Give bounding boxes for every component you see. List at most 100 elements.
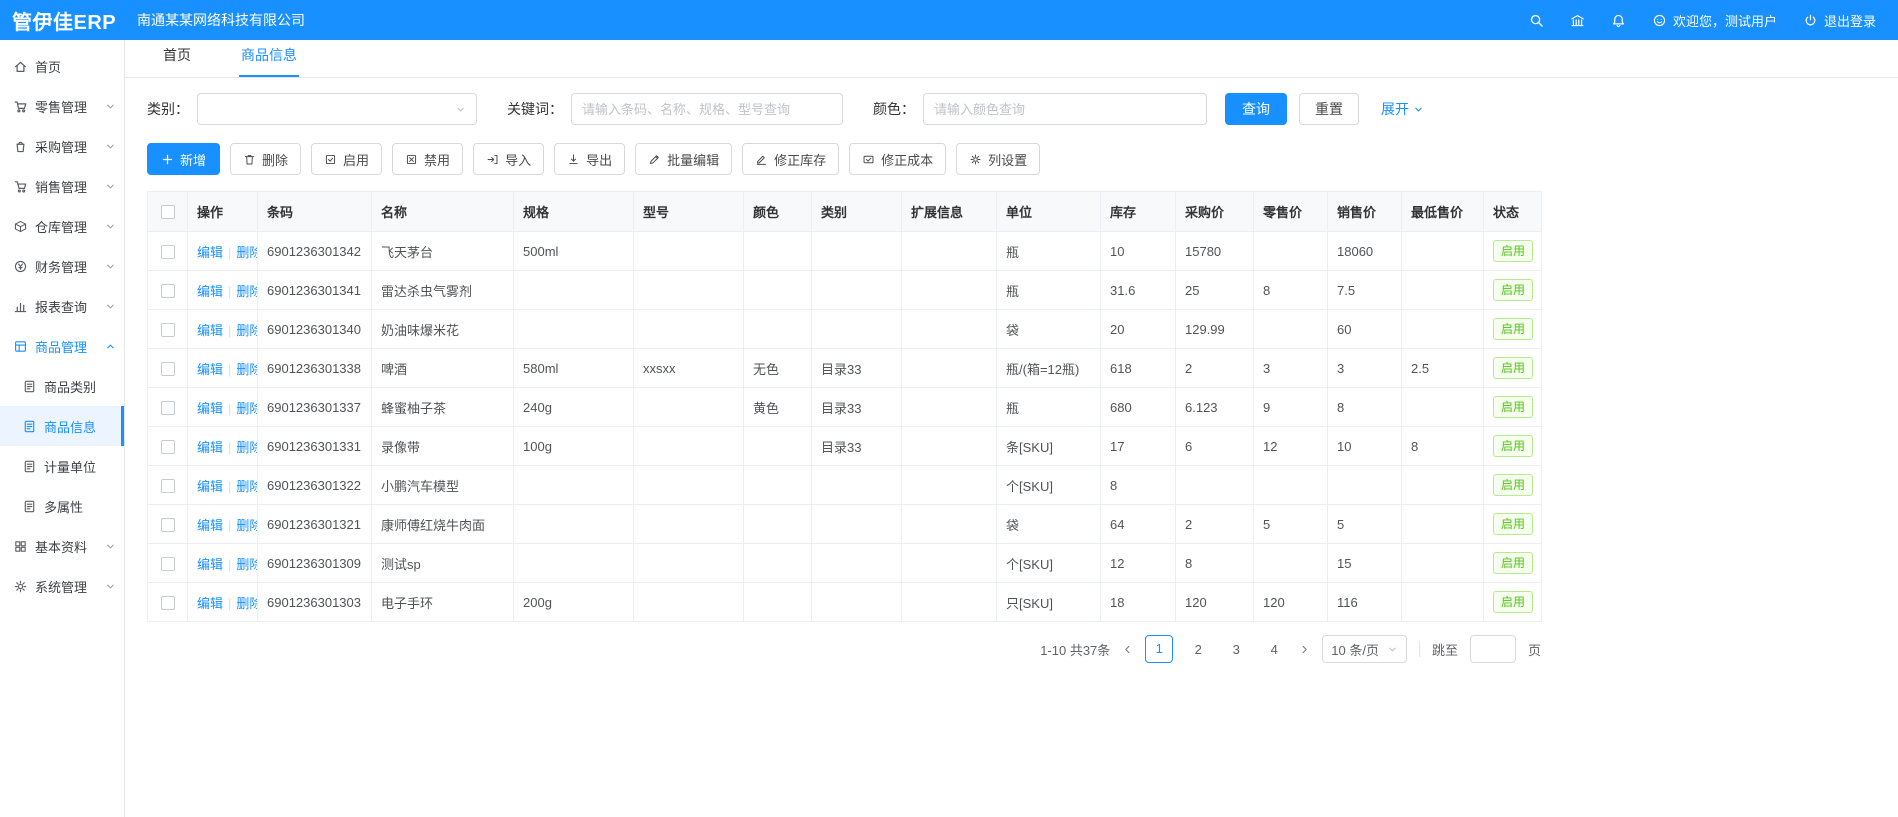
welcome-user[interactable]: 欢迎您，测试用户	[1652, 11, 1777, 30]
delete-link[interactable]: 删除	[236, 362, 257, 377]
row-checkbox[interactable]	[161, 518, 175, 532]
add-button[interactable]: 新增	[147, 143, 220, 175]
cell-stock: 8	[1101, 466, 1176, 505]
page-number-4[interactable]: 4	[1261, 642, 1287, 657]
reset-button[interactable]: 重置	[1299, 93, 1359, 125]
select-all-checkbox[interactable]	[161, 205, 175, 219]
import-button[interactable]: 导入	[473, 143, 544, 175]
delete-link[interactable]: 删除	[236, 479, 257, 494]
delete-button[interactable]: 删除	[230, 143, 301, 175]
edit-link[interactable]: 编辑	[197, 284, 223, 299]
page-number-3[interactable]: 3	[1223, 642, 1249, 657]
row-checkbox[interactable]	[161, 323, 175, 337]
sidebar-item-goods[interactable]: 商品管理	[0, 326, 124, 366]
cost-fix-button[interactable]: 修正成本	[849, 143, 946, 175]
stock-fix-button[interactable]: 修正库存	[742, 143, 839, 175]
delete-link[interactable]: 删除	[236, 284, 257, 299]
cell-purchase-price: 120	[1176, 583, 1254, 622]
batch-edit-button[interactable]: 批量编辑	[635, 143, 732, 175]
sidebar-item-finance[interactable]: 财务管理	[0, 246, 124, 286]
sidebar-item-system[interactable]: 系统管理	[0, 566, 124, 606]
page-number-2[interactable]: 2	[1185, 642, 1211, 657]
status-badge: 启用	[1493, 279, 1533, 301]
cell-unit: 瓶	[997, 271, 1101, 310]
sidebar-item-home[interactable]: 首页	[0, 46, 124, 86]
export-button[interactable]: 导出	[554, 143, 625, 175]
enable-button[interactable]: 启用	[311, 143, 382, 175]
sidebar-item-measure-unit[interactable]: 计量单位	[0, 446, 124, 486]
select-all-cell	[148, 192, 188, 232]
cell-sale-price	[1328, 466, 1402, 505]
cell-color	[744, 427, 812, 466]
sidebar-item-goods-info[interactable]: 商品信息	[0, 406, 124, 446]
prev-page-button[interactable]	[1122, 644, 1133, 655]
delete-link[interactable]: 删除	[236, 323, 257, 338]
row-checkbox[interactable]	[161, 401, 175, 415]
edit-link[interactable]: 编辑	[197, 245, 223, 260]
pagination-divider	[1419, 641, 1420, 657]
next-page-button[interactable]	[1299, 644, 1310, 655]
page-size-select[interactable]: 10 条/页	[1322, 635, 1407, 663]
sidebar-item-warehouse[interactable]: 仓库管理	[0, 206, 124, 246]
tab-bar: 首页 商品信息	[125, 40, 1898, 78]
edit-link[interactable]: 编辑	[197, 557, 223, 572]
cell-status: 启用	[1484, 349, 1542, 388]
bell-icon[interactable]	[1611, 13, 1626, 28]
search-icon[interactable]	[1529, 13, 1544, 28]
column-header: 型号	[634, 192, 744, 232]
sidebar-item-goods-category[interactable]: 商品类别	[0, 366, 124, 406]
delete-link[interactable]: 删除	[236, 440, 257, 455]
row-checkbox[interactable]	[161, 596, 175, 610]
cell-stock: 618	[1101, 349, 1176, 388]
cell-barcode: 6901236301338	[258, 349, 372, 388]
delete-link[interactable]: 删除	[236, 401, 257, 416]
bank-icon[interactable]	[1570, 13, 1585, 28]
search-button[interactable]: 查询	[1225, 93, 1287, 125]
cell-sale-price: 7.5	[1328, 271, 1402, 310]
sidebar-item-purchase[interactable]: 采购管理	[0, 126, 124, 166]
edit-link[interactable]: 编辑	[197, 479, 223, 494]
tab-home[interactable]: 首页	[161, 45, 193, 77]
logout-button[interactable]: 退出登录	[1803, 11, 1876, 30]
edit-link[interactable]: 编辑	[197, 323, 223, 338]
chevron-left-icon	[1122, 644, 1133, 655]
column-settings-button[interactable]: 列设置	[956, 143, 1040, 175]
link-separator: |	[228, 362, 231, 377]
row-checkbox[interactable]	[161, 479, 175, 493]
edit-link[interactable]: 编辑	[197, 401, 223, 416]
row-checkbox[interactable]	[161, 557, 175, 571]
cell-category: 目录33	[812, 349, 902, 388]
keyword-input[interactable]	[571, 93, 843, 125]
edit-link[interactable]: 编辑	[197, 518, 223, 533]
edit-link[interactable]: 编辑	[197, 362, 223, 377]
delete-link[interactable]: 删除	[236, 518, 257, 533]
sidebar-item-retail[interactable]: 零售管理	[0, 86, 124, 126]
row-checkbox[interactable]	[161, 245, 175, 259]
tab-goods-info[interactable]: 商品信息	[239, 45, 299, 77]
sidebar-item-report[interactable]: 报表查询	[0, 286, 124, 326]
row-checkbox[interactable]	[161, 284, 175, 298]
cell-min-price: 2.5	[1402, 349, 1484, 388]
jump-page-input[interactable]	[1470, 635, 1516, 663]
sidebar-item-basic-data[interactable]: 基本资料	[0, 526, 124, 566]
column-settings-icon	[969, 153, 982, 166]
delete-link[interactable]: 删除	[236, 596, 257, 611]
color-input[interactable]	[923, 93, 1207, 125]
edit-link[interactable]: 编辑	[197, 440, 223, 455]
sidebar-item-multi-attribute[interactable]: 多属性	[0, 486, 124, 526]
cell-min-price	[1402, 466, 1484, 505]
page-number-1[interactable]: 1	[1145, 635, 1173, 663]
cell-purchase-price: 2	[1176, 505, 1254, 544]
expand-link[interactable]: 展开	[1381, 99, 1424, 119]
delete-link[interactable]: 删除	[236, 557, 257, 572]
row-checkbox[interactable]	[161, 362, 175, 376]
category-select[interactable]	[197, 93, 477, 125]
row-checkbox[interactable]	[161, 440, 175, 454]
disable-button[interactable]: 禁用	[392, 143, 463, 175]
cell-status: 启用	[1484, 505, 1542, 544]
edit-link[interactable]: 编辑	[197, 596, 223, 611]
column-settings-button-label: 列设置	[988, 150, 1027, 169]
delete-link[interactable]: 删除	[236, 245, 257, 260]
sidebar-item-sales[interactable]: 销售管理	[0, 166, 124, 206]
cell-min-price	[1402, 583, 1484, 622]
